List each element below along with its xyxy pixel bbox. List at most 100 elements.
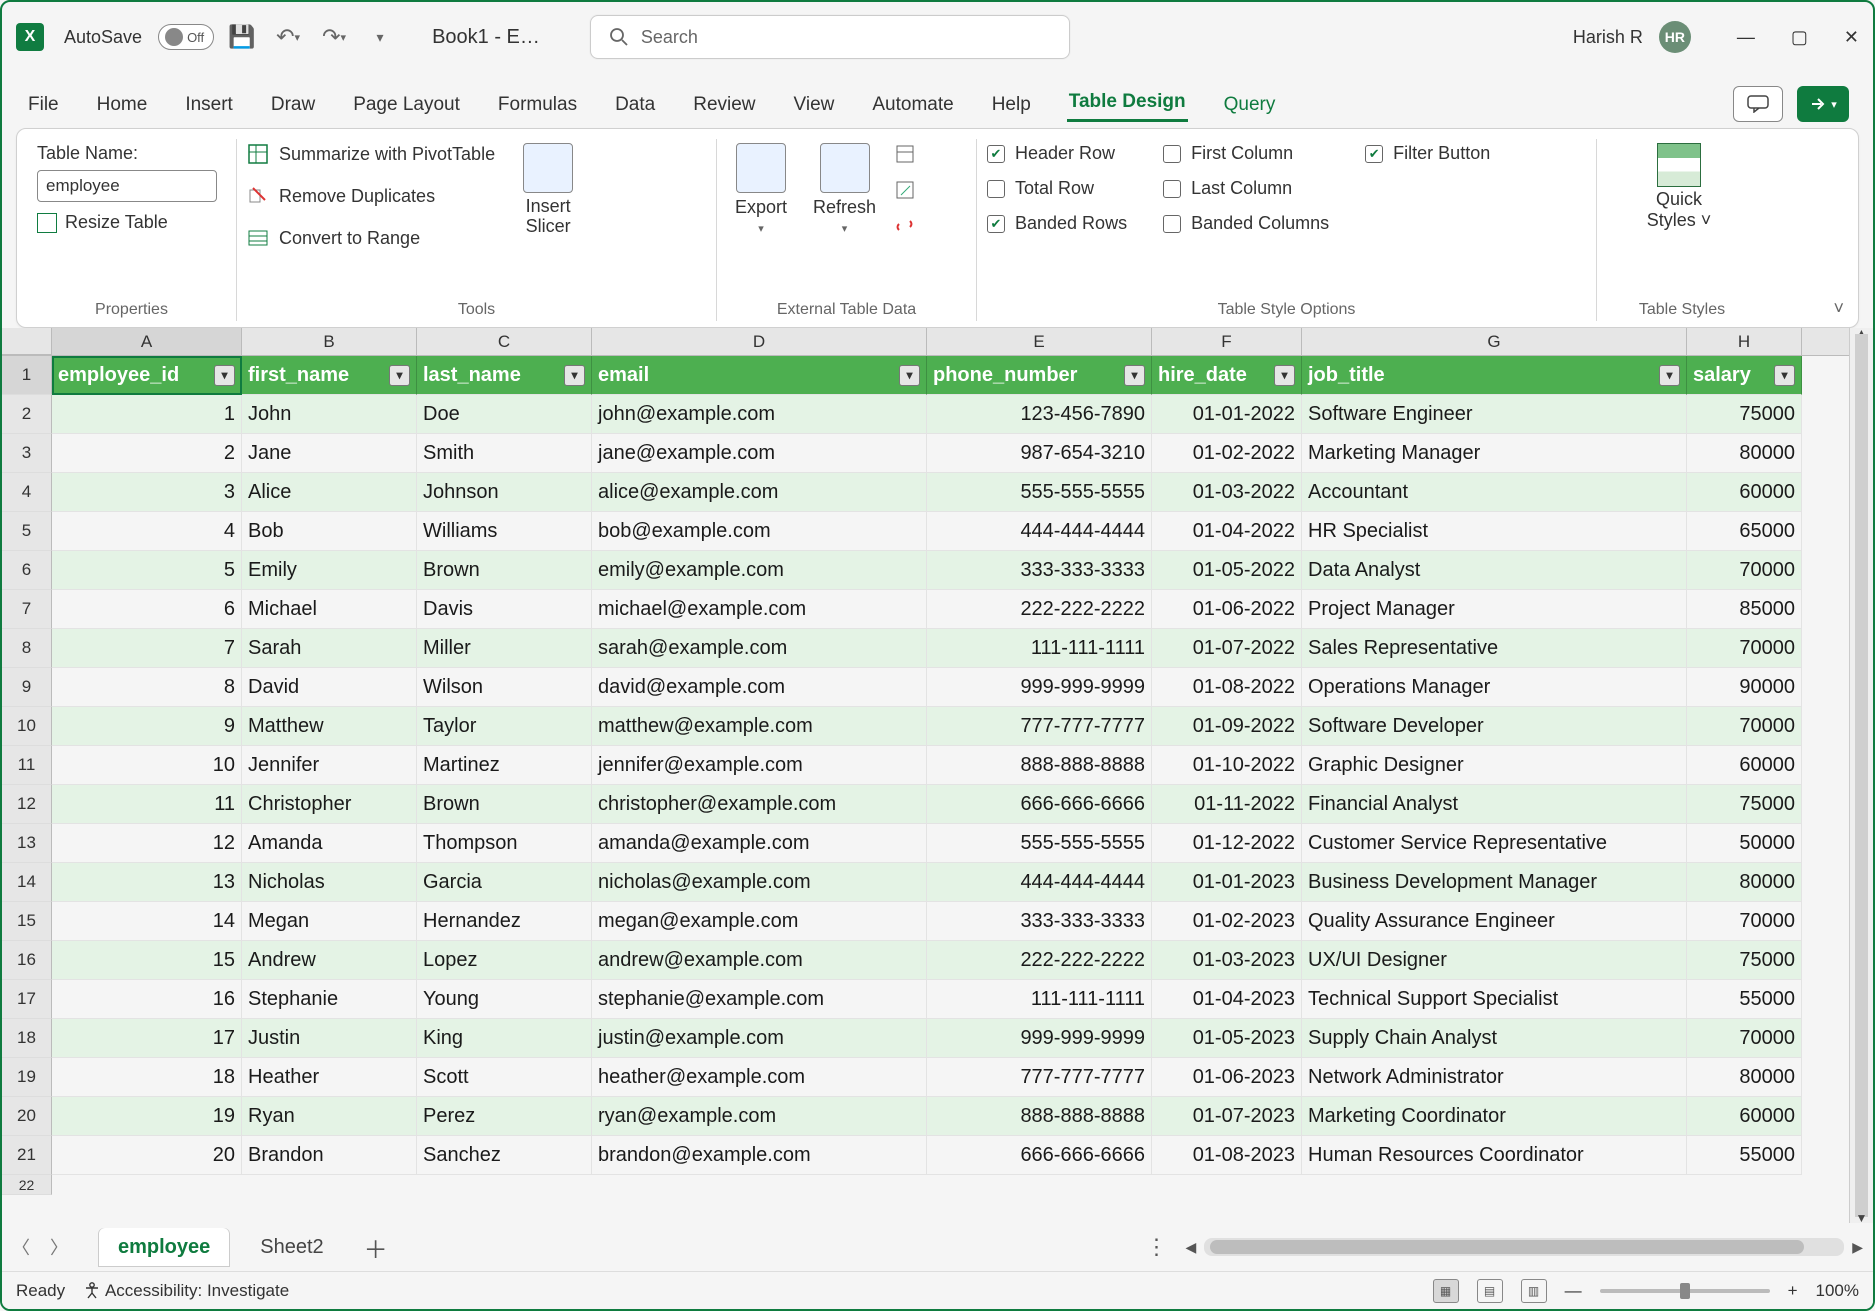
column-header-B[interactable]: B (242, 328, 417, 355)
cell[interactable]: 666-666-6666 (927, 785, 1152, 824)
row-header[interactable]: 13 (2, 824, 52, 863)
cell[interactable]: 01-06-2022 (1152, 590, 1302, 629)
cell[interactable]: emily@example.com (592, 551, 927, 590)
cell[interactable]: Data Analyst (1302, 551, 1687, 590)
cell[interactable]: Sanchez (417, 1136, 592, 1175)
cell[interactable]: 65000 (1687, 512, 1802, 551)
cell[interactable]: 8 (52, 668, 242, 707)
cell[interactable]: 55000 (1687, 980, 1802, 1019)
cell[interactable]: 01-02-2023 (1152, 902, 1302, 941)
page-break-view-button[interactable]: ▥ (1521, 1279, 1547, 1303)
row-header[interactable]: 6 (2, 551, 52, 590)
summarize-pivot-button[interactable]: Summarize with PivotTable (247, 143, 495, 165)
ribbon-tab-query[interactable]: Query (1222, 88, 1278, 122)
cell[interactable]: 3 (52, 473, 242, 512)
zoom-slider[interactable] (1600, 1289, 1770, 1293)
table-header-cell[interactable]: salary▾ (1687, 356, 1802, 395)
zoom-in-button[interactable]: + (1788, 1281, 1798, 1301)
filter-dropdown-button[interactable]: ▾ (1774, 365, 1795, 386)
cell[interactable]: 111-111-1111 (927, 980, 1152, 1019)
cell[interactable]: Andrew (242, 941, 417, 980)
account-user-name[interactable]: Harish R (1573, 27, 1643, 48)
cell[interactable]: 999-999-9999 (927, 1019, 1152, 1058)
cell[interactable]: justin@example.com (592, 1019, 927, 1058)
open-in-browser-button[interactable] (894, 179, 916, 201)
sheet-tab-employee[interactable]: employee (98, 1228, 230, 1267)
cell[interactable]: nicholas@example.com (592, 863, 927, 902)
row-header[interactable]: 2 (2, 395, 52, 434)
cell[interactable]: Hernandez (417, 902, 592, 941)
total-row-checkbox[interactable]: Total Row (987, 178, 1127, 199)
cell[interactable]: Marketing Coordinator (1302, 1097, 1687, 1136)
cell[interactable]: Marketing Manager (1302, 434, 1687, 473)
worksheet-grid[interactable]: ABCDEFGH 1employee_id▾first_name▾last_na… (2, 328, 1873, 1223)
cell[interactable]: 777-777-7777 (927, 707, 1152, 746)
cell[interactable]: 70000 (1687, 1019, 1802, 1058)
cell[interactable]: 70000 (1687, 551, 1802, 590)
cell[interactable]: John (242, 395, 417, 434)
cell[interactable]: Nicholas (242, 863, 417, 902)
cell[interactable]: alice@example.com (592, 473, 927, 512)
export-button[interactable]: Export ▾ (727, 143, 795, 235)
cell[interactable]: Project Manager (1302, 590, 1687, 629)
cell[interactable]: Miller (417, 629, 592, 668)
row-header[interactable]: 11 (2, 746, 52, 785)
cell[interactable]: Perez (417, 1097, 592, 1136)
table-header-cell[interactable]: hire_date▾ (1152, 356, 1302, 395)
cell[interactable]: 85000 (1687, 590, 1802, 629)
row-header[interactable]: 9 (2, 668, 52, 707)
ribbon-tab-help[interactable]: Help (990, 88, 1033, 122)
ribbon-tab-table-design[interactable]: Table Design (1067, 85, 1188, 122)
cell[interactable]: 75000 (1687, 941, 1802, 980)
cell[interactable]: 75000 (1687, 395, 1802, 434)
ribbon-tab-file[interactable]: File (26, 88, 61, 122)
cell[interactable]: 01-03-2022 (1152, 473, 1302, 512)
row-header[interactable]: 10 (2, 707, 52, 746)
cell[interactable]: heather@example.com (592, 1058, 927, 1097)
cell[interactable]: Customer Service Representative (1302, 824, 1687, 863)
filter-dropdown-button[interactable]: ▾ (564, 365, 585, 386)
header-row-checkbox[interactable]: Header Row (987, 143, 1127, 164)
cell[interactable]: Michael (242, 590, 417, 629)
cell[interactable]: 01-03-2023 (1152, 941, 1302, 980)
comments-button[interactable] (1733, 86, 1783, 122)
cell[interactable]: 222-222-2222 (927, 590, 1152, 629)
cell[interactable]: Ryan (242, 1097, 417, 1136)
filter-dropdown-button[interactable]: ▾ (1659, 365, 1680, 386)
cell[interactable]: 01-07-2022 (1152, 629, 1302, 668)
cell[interactable]: Brandon (242, 1136, 417, 1175)
ribbon-tab-automate[interactable]: Automate (870, 88, 955, 122)
ribbon-collapse-button[interactable]: ˅ (1833, 298, 1844, 319)
cell[interactable]: Thompson (417, 824, 592, 863)
cell[interactable]: 13 (52, 863, 242, 902)
ribbon-tab-view[interactable]: View (792, 88, 837, 122)
cell[interactable]: 01-04-2022 (1152, 512, 1302, 551)
cell[interactable]: 01-01-2022 (1152, 395, 1302, 434)
cell[interactable]: 01-11-2022 (1152, 785, 1302, 824)
cell[interactable]: Williams (417, 512, 592, 551)
normal-view-button[interactable]: ▦ (1433, 1279, 1459, 1303)
cell[interactable]: 999-999-9999 (927, 668, 1152, 707)
cell[interactable]: 11 (52, 785, 242, 824)
cell[interactable]: Young (417, 980, 592, 1019)
filter-dropdown-button[interactable]: ▾ (899, 365, 920, 386)
cell[interactable]: Quality Assurance Engineer (1302, 902, 1687, 941)
autosave-toggle[interactable]: Off (158, 24, 214, 50)
sheet-nav-prev[interactable]: 〈 (12, 1234, 30, 1260)
ribbon-tab-draw[interactable]: Draw (269, 88, 317, 122)
cell[interactable]: Stephanie (242, 980, 417, 1019)
cell[interactable]: 01-09-2022 (1152, 707, 1302, 746)
cell[interactable]: David (242, 668, 417, 707)
account-avatar[interactable]: HR (1659, 21, 1691, 53)
cell[interactable]: 333-333-3333 (927, 902, 1152, 941)
cell[interactable]: 60000 (1687, 746, 1802, 785)
cell[interactable]: 01-08-2022 (1152, 668, 1302, 707)
cell[interactable]: amanda@example.com (592, 824, 927, 863)
ribbon-tab-insert[interactable]: Insert (183, 88, 235, 122)
scroll-right-button[interactable]: ▶ (1852, 1239, 1863, 1256)
cell[interactable]: 70000 (1687, 902, 1802, 941)
cell[interactable]: Wilson (417, 668, 592, 707)
cell[interactable]: 888-888-8888 (927, 1097, 1152, 1136)
cell[interactable]: Johnson (417, 473, 592, 512)
row-header[interactable]: 4 (2, 473, 52, 512)
